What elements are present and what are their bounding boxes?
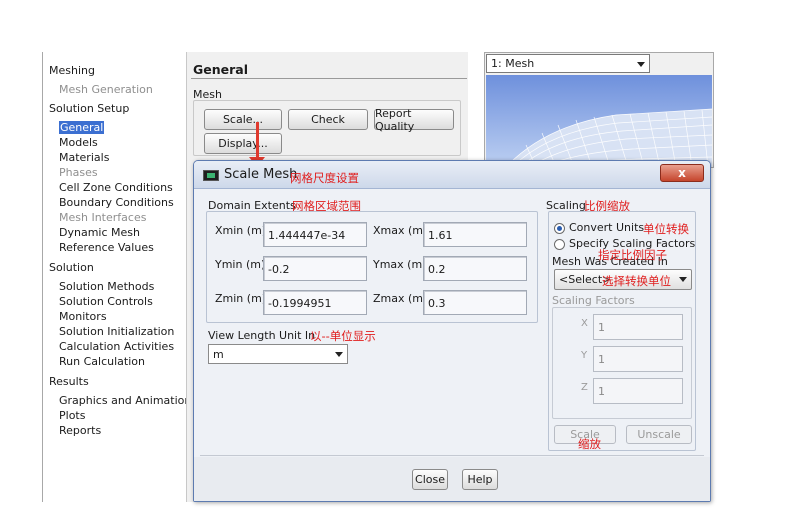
title-divider	[191, 78, 467, 79]
mesh-app-icon	[203, 170, 219, 181]
tree-item-plots[interactable]: Plots	[59, 409, 85, 422]
tree-item-phases[interactable]: Phases	[59, 166, 98, 179]
graphics-window-value: 1: Mesh	[491, 57, 535, 70]
specify-scaling-factors-radio[interactable]	[554, 239, 565, 250]
dialog-button-bar: Close Help	[194, 457, 710, 501]
y-factor-field[interactable]: 1	[593, 346, 683, 372]
graphics-window-select[interactable]: 1: Mesh	[486, 54, 650, 73]
x-factor-field[interactable]: 1	[593, 314, 683, 340]
tree-item-cell-zone-conditions[interactable]: Cell Zone Conditions	[59, 181, 173, 194]
tree-item-solution-methods[interactable]: Solution Methods	[59, 280, 154, 293]
chevron-down-icon	[679, 277, 687, 282]
xmin-label: Xmin (m)	[215, 224, 267, 237]
tree-item-calculation-activities[interactable]: Calculation Activities	[59, 340, 174, 353]
zmin-label: Zmin (m)	[215, 292, 267, 305]
close-icon[interactable]: x	[660, 164, 704, 182]
display-button[interactable]: Display...	[204, 133, 282, 154]
dialog-title: Scale Mesh	[224, 167, 298, 182]
view-length-unit-select[interactable]: m	[208, 344, 348, 364]
tree-item-materials[interactable]: Materials	[59, 151, 109, 164]
scaling-factors-label: Scaling Factors	[552, 294, 635, 307]
tree-item-mesh-generation[interactable]: Mesh Generation	[59, 83, 153, 96]
mesh-display[interactable]	[486, 75, 712, 167]
help-button[interactable]: Help	[462, 469, 498, 490]
tree-item-graphics-and-animations[interactable]: Graphics and Animations	[59, 394, 197, 407]
tree-item-models[interactable]: Models	[59, 136, 98, 149]
tree-item-mesh-interfaces[interactable]: Mesh Interfaces	[59, 211, 146, 224]
ymin-field: -0.2	[263, 256, 367, 281]
tree-item-solution-setup[interactable]: Solution Setup	[49, 102, 129, 115]
tree-item-run-calculation[interactable]: Run Calculation	[59, 355, 145, 368]
chevron-down-icon	[335, 352, 343, 357]
z-factor-label: Z	[581, 382, 588, 393]
view-length-unit-label: View Length Unit In	[208, 329, 316, 342]
panel-title: General	[193, 62, 248, 77]
domain-extents-group: Xmin (m) 1.444447e-34 Xmax (m) 1.61 Ymin…	[206, 211, 538, 323]
xmax-field: 1.61	[423, 222, 527, 247]
report-quality-button[interactable]: Report Quality	[374, 107, 454, 133]
ymax-label: Ymax (m)	[373, 258, 427, 271]
z-factor-field[interactable]: 1	[593, 378, 683, 404]
annotation-arrow-shaft	[256, 122, 259, 160]
tree-item-dynamic-mesh[interactable]: Dynamic Mesh	[59, 226, 140, 239]
tree-item-results[interactable]: Results	[49, 375, 89, 388]
zmax-field: 0.3	[423, 290, 527, 315]
tree-item-general[interactable]: General	[59, 121, 105, 134]
tree-item-boundary-conditions[interactable]: Boundary Conditions	[59, 196, 174, 209]
tree-item-monitors[interactable]: Monitors	[59, 310, 107, 323]
zmin-field: -0.1994951	[263, 290, 367, 315]
x-factor-label: X	[581, 318, 588, 329]
convert-units-radio[interactable]	[554, 223, 565, 234]
mesh-group: Scale... Check Report Quality Display...	[193, 100, 461, 156]
mesh-wireframe-icon	[505, 108, 712, 167]
y-factor-label: Y	[581, 350, 588, 361]
tree-item-solution-initialization[interactable]: Solution Initialization	[59, 325, 174, 338]
tree-item-reports[interactable]: Reports	[59, 424, 101, 437]
annotation-specify: 指定比例因子	[598, 248, 667, 262]
tree-item-reference-values[interactable]: Reference Values	[59, 241, 154, 254]
convert-units-label[interactable]: Convert Units	[569, 221, 644, 234]
button-bar-divider	[200, 455, 704, 456]
scale-button[interactable]: Scale...	[204, 109, 282, 130]
scaling-factors-group: X 1 Y 1 Z 1	[552, 307, 692, 419]
xmin-field: 1.444447e-34	[263, 222, 367, 247]
close-button[interactable]: Close	[412, 469, 448, 490]
xmax-label: Xmax (m)	[373, 224, 428, 237]
zmax-label: Zmax (m)	[373, 292, 428, 305]
scale-mesh-dialog: Scale Mesh 网格尺度设置 x Domain Extents 网格区域范…	[193, 160, 711, 502]
ymin-label: Ymin (m)	[215, 258, 266, 271]
annotation-select: 选择转换单位	[602, 274, 671, 288]
annotation-scale: 缩放	[578, 437, 601, 451]
tree-item-solution[interactable]: Solution	[49, 261, 94, 274]
unscale-button[interactable]: Unscale	[626, 425, 692, 444]
tree-item-solution-controls[interactable]: Solution Controls	[59, 295, 153, 308]
view-length-unit-value: m	[213, 348, 224, 361]
annotation-view-length: 以--单位显示	[310, 329, 376, 343]
check-button[interactable]: Check	[288, 109, 368, 130]
dialog-titlebar[interactable]: Scale Mesh 网格尺度设置 x	[194, 161, 710, 189]
tree-item-meshing[interactable]: Meshing	[49, 64, 95, 77]
outline-tree: Meshing Mesh Generation Solution Setup Gene…	[42, 52, 197, 502]
ymax-field: 0.2	[423, 256, 527, 281]
chevron-down-icon	[637, 62, 645, 67]
annotation-title: 网格尺度设置	[290, 171, 359, 185]
graphics-viewport: 1: Mesh	[484, 52, 714, 168]
annotation-convert: 单位转换	[643, 222, 689, 236]
